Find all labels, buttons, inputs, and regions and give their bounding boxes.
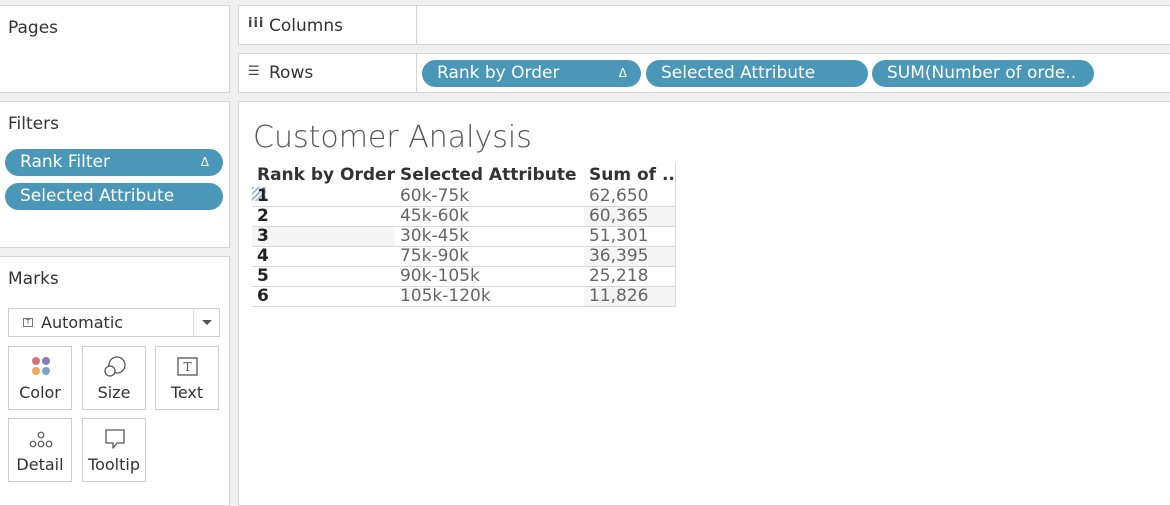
rank-cell[interactable]: 2 xyxy=(252,206,395,227)
table-row[interactable]: 4 75k-90k 36,395 xyxy=(252,246,676,267)
table-calc-delta-icon: Δ xyxy=(618,66,627,80)
attribute-cell[interactable]: 75k-90k xyxy=(394,246,584,267)
filter-pill-rank-filter[interactable]: Rank Filter Δ xyxy=(5,149,223,176)
sum-cell[interactable]: 36,395 xyxy=(583,246,676,267)
sum-cell[interactable]: 62,650 xyxy=(583,187,676,207)
attribute-cell[interactable]: 60k-75k xyxy=(394,187,584,207)
attribute-cell[interactable]: 45k-60k xyxy=(394,206,584,227)
rows-pill-rank-by-order[interactable]: Rank by Order Δ xyxy=(422,60,641,87)
columns-icon: iii xyxy=(248,16,265,31)
marks-text-button[interactable]: T Text xyxy=(155,346,219,410)
marks-tooltip-label: Tooltip xyxy=(88,455,140,474)
attribute-cell[interactable]: 105k-120k xyxy=(394,286,584,307)
columns-shelf[interactable]: iii Columns xyxy=(238,5,1170,45)
marks-color-label: Color xyxy=(19,383,61,402)
marks-text-label: Text xyxy=(170,383,204,402)
table-row[interactable]: 2 45k-60k 60,365 xyxy=(252,206,676,227)
color-icon xyxy=(9,355,71,379)
pages-card[interactable]: Pages xyxy=(0,5,230,93)
marks-color-button[interactable]: Color xyxy=(8,346,72,410)
table-row[interactable]: 3 30k-45k 51,301 xyxy=(252,226,676,247)
marks-size-button[interactable]: Size xyxy=(82,346,146,410)
pages-title: Pages xyxy=(8,18,59,38)
sum-cell[interactable]: 51,301 xyxy=(583,226,676,247)
pill-label: Selected Attribute xyxy=(20,186,175,206)
header-sum[interactable]: Sum of .. xyxy=(583,163,676,187)
pill-label: Rank Filter xyxy=(20,152,110,172)
tooltip-icon xyxy=(83,427,145,451)
rows-pill-sum-number-of-orders[interactable]: SUM(Number of orde.. xyxy=(872,60,1094,87)
filter-pill-selected-attribute[interactable]: Selected Attribute xyxy=(5,183,223,210)
rows-shelf[interactable]: ☰ Rows Rank by Order Δ Selected Attribut… xyxy=(238,53,1170,93)
header-rank-by-order[interactable]: Rank by Order xyxy=(252,163,395,187)
rank-cell[interactable]: 4 xyxy=(252,246,395,267)
table-row[interactable]: 5 90k-105k 25,218 xyxy=(252,266,676,287)
detail-icon xyxy=(9,427,71,451)
sum-cell[interactable]: 25,218 xyxy=(583,266,676,287)
svg-text:T: T xyxy=(183,360,191,374)
size-icon xyxy=(83,355,145,379)
chevron-down-icon[interactable] xyxy=(193,309,219,336)
attribute-cell[interactable]: 90k-105k xyxy=(394,266,584,287)
rows-shelf-label: ☰ Rows xyxy=(239,54,417,92)
rows-icon: ☰ xyxy=(248,64,260,79)
view-title: Customer Analysis xyxy=(253,120,532,155)
rank-cell[interactable]: 1 xyxy=(252,187,395,207)
marks-detail-label: Detail xyxy=(16,455,64,474)
filters-title: Filters xyxy=(8,114,59,134)
sum-cell[interactable]: 11,826 xyxy=(583,286,676,307)
text-mark-type-icon: T xyxy=(23,318,33,327)
marks-detail-button[interactable]: Detail xyxy=(8,418,72,482)
rank-cell[interactable]: 3 xyxy=(252,226,395,247)
columns-label: Columns xyxy=(269,16,343,36)
sum-cell[interactable]: 60,365 xyxy=(583,206,676,227)
filters-card[interactable]: Filters Rank Filter Δ Selected Attribute xyxy=(0,101,230,248)
table-calc-delta-icon: Δ xyxy=(200,155,209,169)
marks-title: Marks xyxy=(8,269,59,289)
header-selected-attribute[interactable]: Selected Attribute xyxy=(395,163,584,187)
text-icon: T xyxy=(156,355,218,379)
columns-shelf-label: iii Columns xyxy=(239,6,417,44)
marks-tooltip-button[interactable]: Tooltip xyxy=(82,418,146,482)
rank-cell[interactable]: 6 xyxy=(252,286,395,307)
attribute-cell[interactable]: 30k-45k xyxy=(394,226,584,247)
pill-label: Selected Attribute xyxy=(661,63,816,83)
rows-pill-selected-attribute[interactable]: Selected Attribute xyxy=(646,60,868,87)
pill-label: SUM(Number of orde.. xyxy=(887,63,1077,83)
table-row[interactable]: 1 60k-75k 62,650 xyxy=(252,187,676,207)
rank-cell[interactable]: 5 xyxy=(252,266,395,287)
marks-size-label: Size xyxy=(97,383,131,402)
mark-type-value: Automatic xyxy=(41,313,124,332)
pill-label: Rank by Order xyxy=(437,63,560,83)
crosstab[interactable]: Rank by Order Selected Attribute Sum of … xyxy=(252,163,676,307)
mark-type-dropdown[interactable]: T Automatic xyxy=(8,308,220,337)
rows-label: Rows xyxy=(269,63,314,83)
table-row[interactable]: 6 105k-120k 11,826 xyxy=(252,286,676,307)
